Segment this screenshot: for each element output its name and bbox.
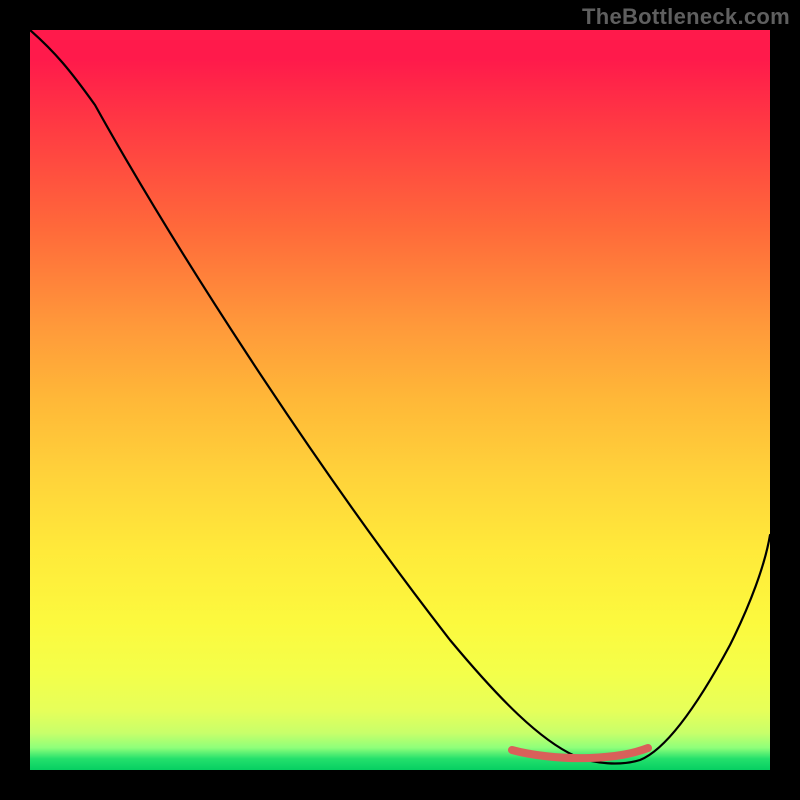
curve-layer <box>30 30 770 770</box>
bottleneck-curve <box>30 30 770 763</box>
plot-area <box>30 30 770 770</box>
optimal-band-marker <box>512 748 648 758</box>
watermark-text: TheBottleneck.com <box>582 4 790 30</box>
chart-frame: TheBottleneck.com <box>0 0 800 800</box>
